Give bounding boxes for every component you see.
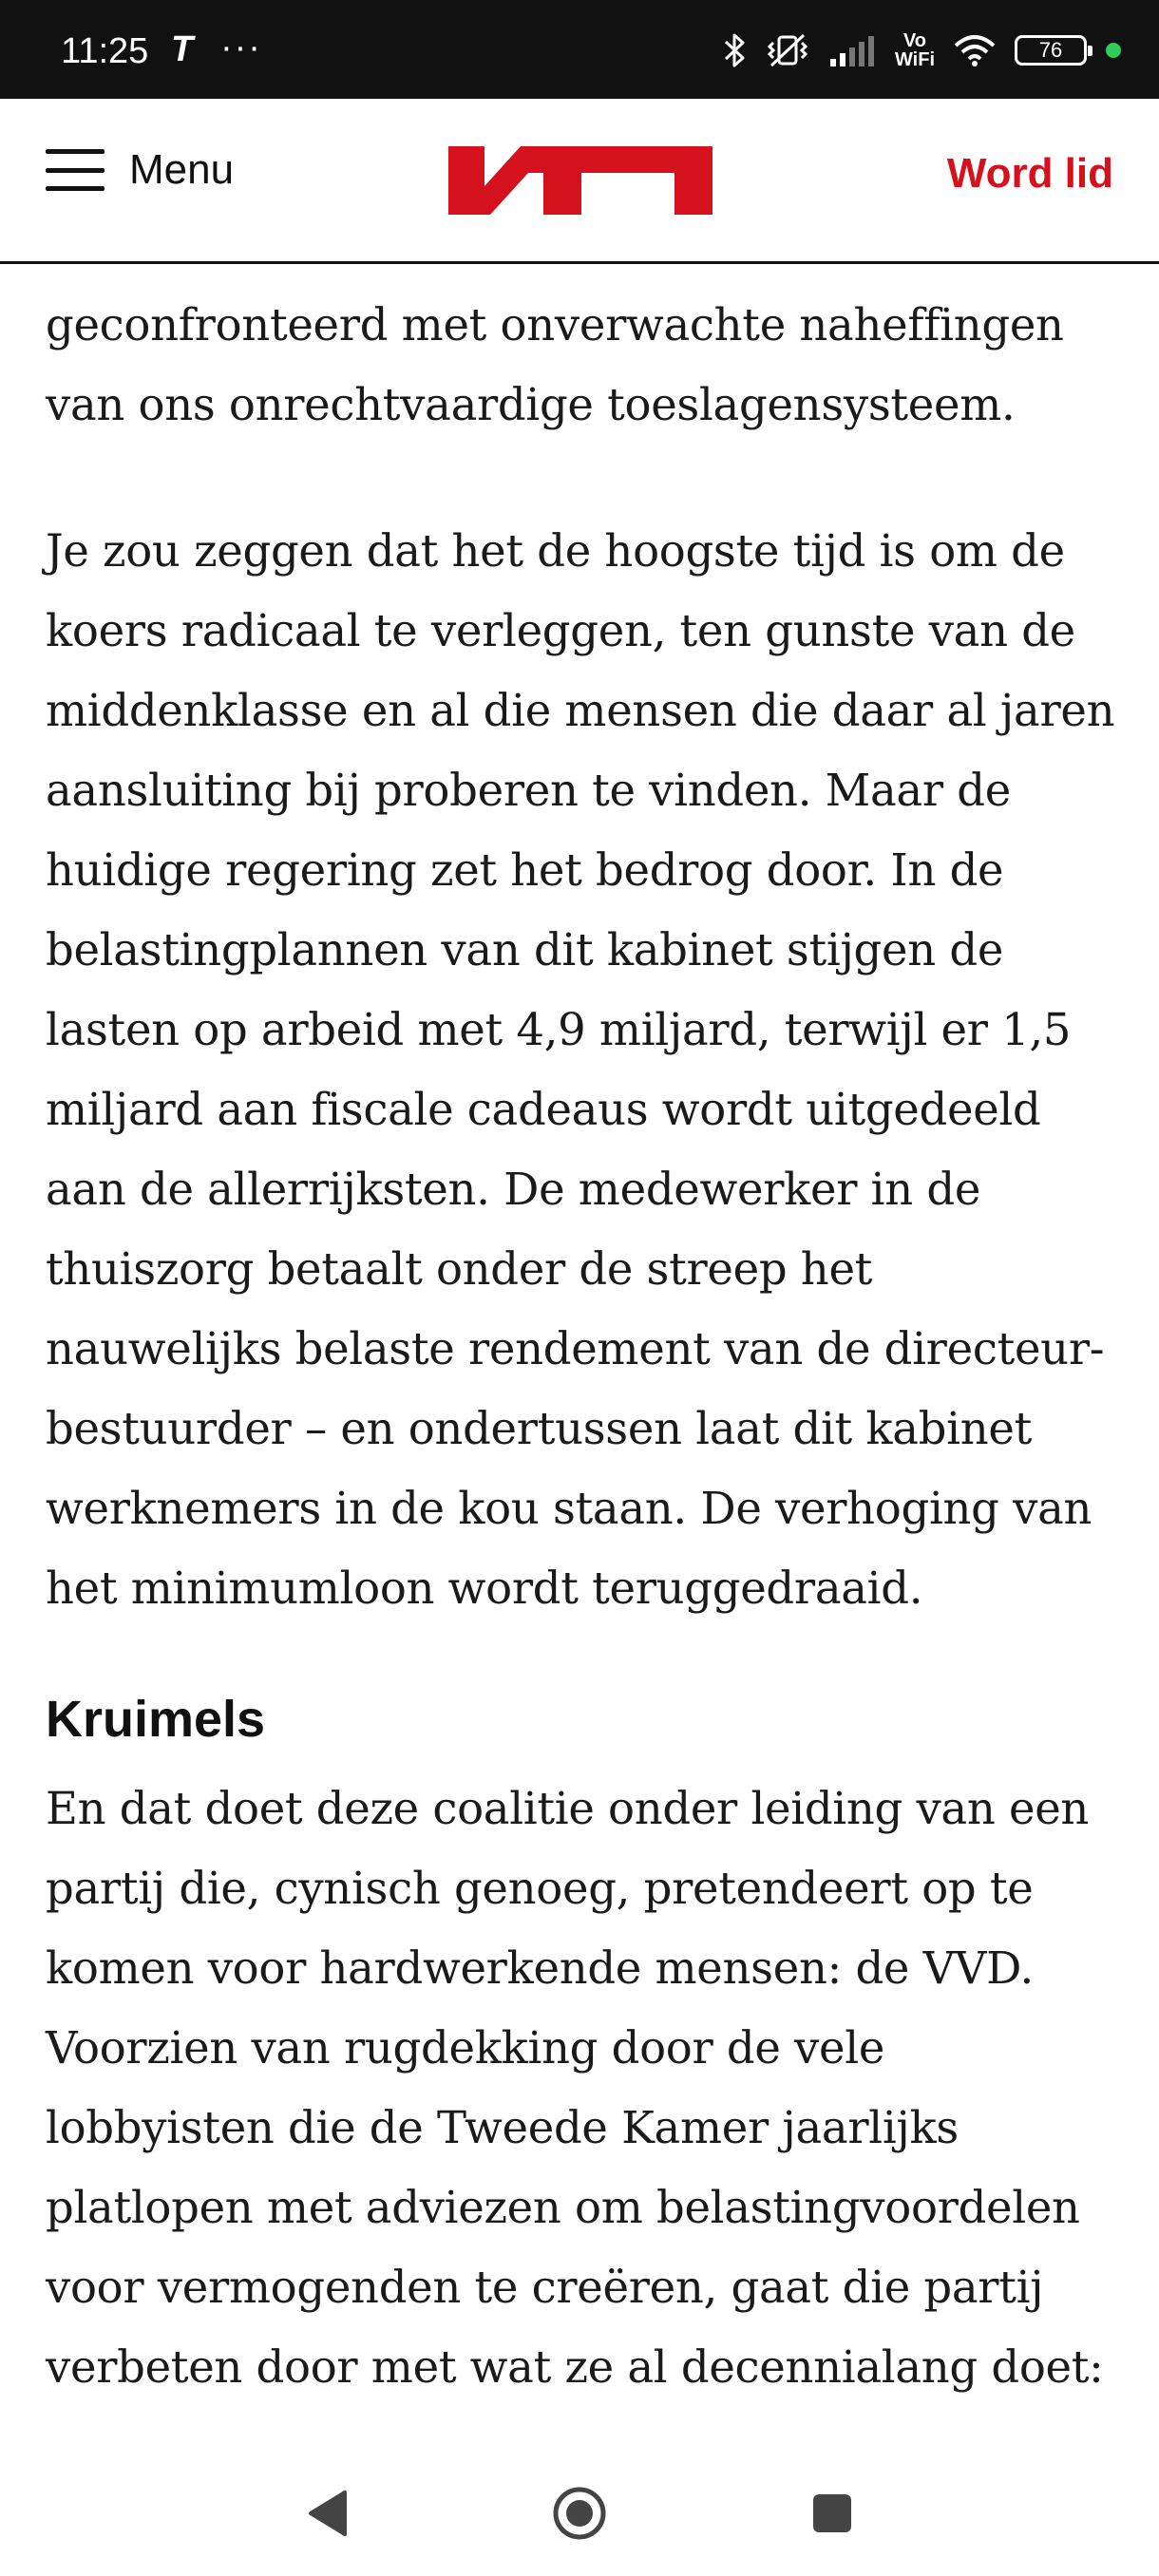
wifi-icon [954,34,996,66]
more-notifications-icon: ··· [220,28,262,67]
vowifi-icon: Vo WiFi [894,30,935,70]
back-button[interactable] [290,2475,366,2551]
status-bar: 11:25 T ··· Vo WiFi 76 [0,0,1159,99]
sp-logo-icon[interactable] [448,146,712,215]
recents-button[interactable] [794,2475,870,2551]
join-link[interactable]: Word lid [947,150,1113,198]
menu-button[interactable]: Menu [46,137,234,203]
back-icon [309,2491,347,2536]
home-icon [553,2487,606,2540]
notification-app-icon: T [171,29,194,69]
bluetooth-icon [724,31,747,69]
system-nav-bar [0,2447,1159,2576]
status-icons: Vo WiFi 76 [724,27,1121,74]
status-time: 11:25 [61,31,149,71]
article-paragraph-main: Je zou zeggen dat het de hoogste tijd is… [46,525,1115,1614]
menu-label: Menu [129,146,235,193]
recents-icon [813,2494,851,2532]
battery-level: 76 [1038,38,1063,62]
battery-icon: 76 [1015,35,1092,66]
privacy-dot-icon [1106,43,1121,58]
vibrate-icon [766,31,809,69]
site-header: Menu Word lid [0,99,1159,264]
article-body: geconfronteerd met onverwachte naheffing… [46,264,1119,2407]
hamburger-icon [46,149,104,191]
article-paragraph-intro: geconfronteerd met onverwachte naheffing… [46,299,1064,430]
article-paragraph-last: En dat doet deze coalitie onder leiding … [46,1783,1104,2393]
home-button[interactable] [542,2475,618,2551]
section-heading: Kruimels [46,1691,266,1748]
signal-icon [828,34,876,66]
